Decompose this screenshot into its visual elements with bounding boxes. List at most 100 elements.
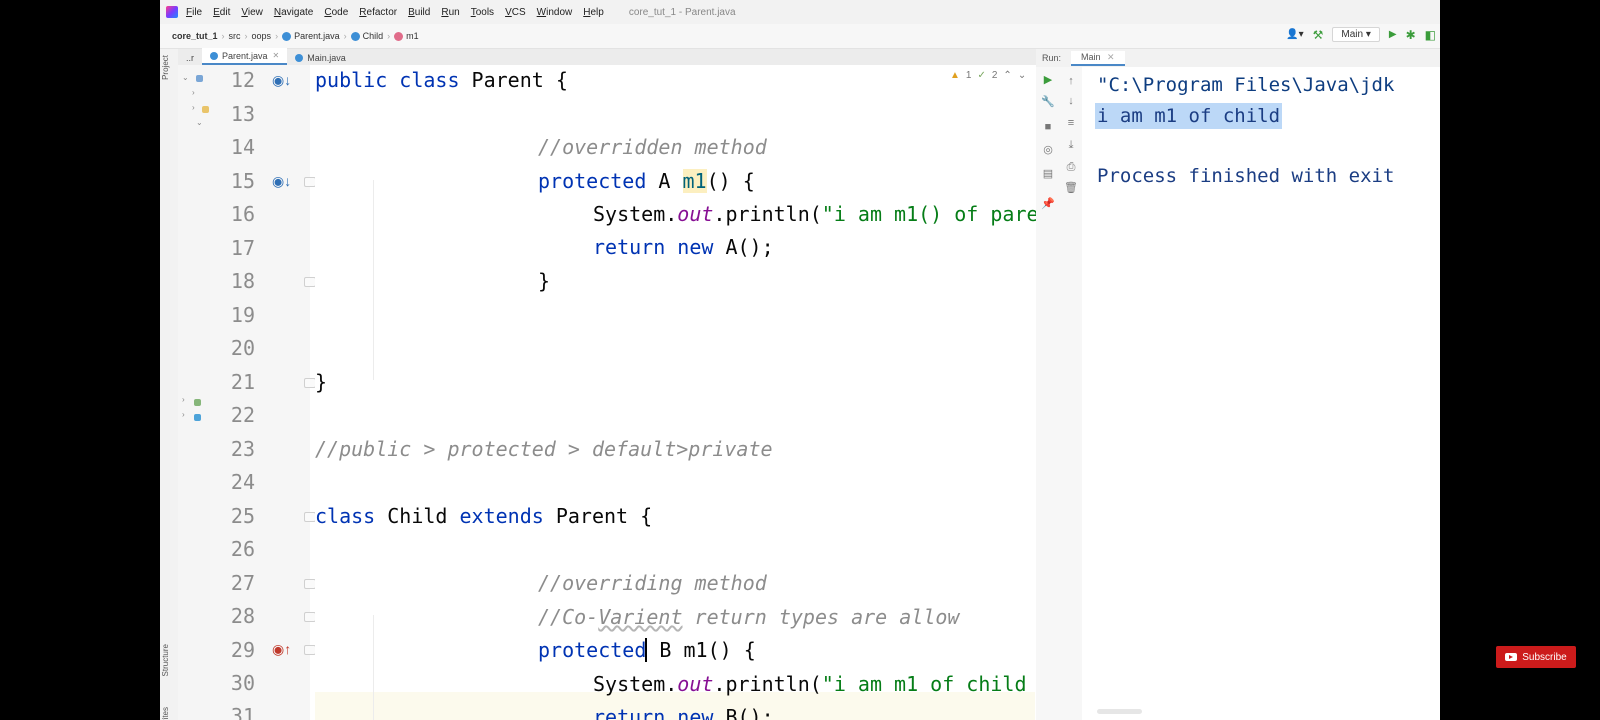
- console-line: "C:\Program Files\Java\jdk: [1097, 74, 1395, 96]
- module-icon: [196, 75, 203, 82]
- chevron-right-icon[interactable]: ›: [192, 103, 195, 112]
- indent-guide: [373, 180, 374, 380]
- menu-code[interactable]: Code: [324, 7, 348, 18]
- chevron-right-icon[interactable]: ›: [192, 88, 195, 97]
- java-class-icon: [295, 53, 304, 62]
- weak-warning-count: 2: [991, 70, 998, 81]
- chevron-down-icon[interactable]: ⌄: [196, 118, 203, 127]
- stop-icon[interactable]: ■: [1041, 121, 1055, 133]
- code-token: .println(: [713, 202, 822, 226]
- structure-tool-button[interactable]: Structure: [161, 644, 170, 676]
- menu-run[interactable]: Run: [441, 7, 459, 18]
- close-icon[interactable]: ✕: [273, 51, 280, 60]
- console-horizontal-scrollbar[interactable]: [1097, 709, 1142, 714]
- weak-warning-icon: ✓: [977, 70, 986, 81]
- menu-tools[interactable]: Tools: [471, 7, 494, 18]
- breadcrumb-oops[interactable]: oops: [248, 31, 276, 41]
- line-number: 14: [230, 135, 255, 159]
- breadcrumb-child[interactable]: Child: [347, 31, 388, 41]
- run-icon[interactable]: ▶: [1389, 29, 1397, 40]
- menu-window[interactable]: Window: [537, 7, 573, 18]
- soft-wrap-icon[interactable]: ≡: [1064, 117, 1078, 129]
- code-token: System.: [593, 202, 678, 226]
- project-tool-button[interactable]: Project: [161, 55, 170, 80]
- tab-main-java[interactable]: Main.java: [287, 50, 354, 65]
- layout-icon[interactable]: ▤: [1041, 167, 1055, 180]
- breadcrumb-m1[interactable]: m1: [390, 31, 423, 41]
- code-line-17: return new A();: [593, 235, 774, 259]
- breadcrumb-src[interactable]: src: [225, 31, 245, 41]
- camera-icon[interactable]: ◎: [1041, 143, 1055, 156]
- coverage-icon[interactable]: ◧: [1425, 28, 1436, 42]
- run-label: Run:: [1042, 53, 1062, 63]
- warning-count: 1: [965, 70, 972, 81]
- code-token: }: [538, 269, 551, 293]
- debug-icon[interactable]: ✱: [1406, 28, 1416, 42]
- tab-hidden[interactable]: ..r: [178, 50, 202, 65]
- pin-icon[interactable]: 📌: [1041, 197, 1055, 210]
- menu-help[interactable]: Help: [583, 7, 604, 18]
- line-number: 26: [230, 537, 255, 561]
- favorites-tool-button[interactable]: Favorites: [161, 707, 170, 720]
- code-token: A: [646, 169, 683, 193]
- run-console[interactable]: "C:\Program Files\Java\jdk i am m1 of ch…: [1082, 67, 1440, 720]
- navigation-bar: core_tut_1 › src › oops › Parent.java › …: [160, 24, 1440, 49]
- menu-navigate[interactable]: Navigate: [274, 7, 313, 18]
- code-line-23: //public > protected > default>private: [315, 437, 773, 461]
- line-number: 18: [230, 269, 255, 293]
- run-tab-main[interactable]: Main ✕: [1071, 50, 1125, 66]
- arrow-up-icon[interactable]: ↑: [1064, 75, 1078, 87]
- menu-view[interactable]: View: [241, 7, 263, 18]
- user-icon[interactable]: 👤▾: [1286, 29, 1303, 40]
- rerun-icon[interactable]: ▶: [1041, 73, 1055, 86]
- scratches-icon: [194, 414, 201, 421]
- build-hammer-icon[interactable]: ⚒: [1313, 28, 1324, 42]
- code-line-25: class Child extends Parent {: [315, 504, 652, 528]
- overriding-method-icon[interactable]: ◉↑: [272, 641, 291, 658]
- line-number: 16: [230, 202, 255, 226]
- code-editor[interactable]: public class Parent { //overridden metho…: [315, 65, 1099, 720]
- tab-label: Parent.java: [222, 50, 268, 61]
- menu-vcs[interactable]: VCS: [505, 7, 526, 18]
- code-token: out: [677, 672, 714, 696]
- inspection-widget[interactable]: ▲ 1 ✓ 2 ⌃ ⌄: [950, 70, 1026, 81]
- breadcrumb-parent-java[interactable]: Parent.java: [278, 31, 344, 41]
- line-number: 27: [230, 571, 255, 595]
- menu-refactor[interactable]: Refactor: [359, 7, 397, 18]
- code-token: //overriding method: [538, 571, 767, 595]
- library-icon: [194, 399, 201, 406]
- code-token: Child: [375, 504, 460, 528]
- code-line-15: protected A m1() {: [538, 169, 755, 193]
- code-token: //overridden method: [538, 135, 767, 159]
- code-token: extends: [459, 504, 544, 528]
- chevron-down-icon[interactable]: ⌄: [1018, 70, 1026, 81]
- breadcrumb-project[interactable]: core_tut_1: [168, 31, 222, 41]
- arrow-down-icon[interactable]: ↓: [1064, 95, 1078, 107]
- line-number: 31: [230, 704, 255, 720]
- chevron-up-icon[interactable]: ⌃: [1003, 70, 1011, 81]
- print-icon[interactable]: ⎙: [1064, 161, 1078, 174]
- wrench-icon[interactable]: 🔧: [1041, 95, 1055, 108]
- tab-parent-java[interactable]: Parent.java ✕: [202, 48, 288, 65]
- menu-build[interactable]: Build: [408, 7, 430, 18]
- menu-edit[interactable]: Edit: [213, 7, 230, 18]
- chevron-right-icon[interactable]: ›: [182, 395, 185, 404]
- overridden-method-icon[interactable]: ◉↓: [272, 72, 291, 89]
- trash-icon[interactable]: 🗑: [1064, 181, 1078, 194]
- menu-file[interactable]: File: [186, 7, 202, 18]
- line-number: 19: [230, 303, 255, 327]
- code-line-31: return new B();: [593, 705, 774, 720]
- chevron-right-icon[interactable]: ›: [182, 410, 185, 419]
- subscribe-button[interactable]: Subscribe: [1496, 646, 1576, 668]
- code-token: public class: [315, 68, 460, 92]
- code-line-30: System.out.println("i am m1 of child ");: [593, 672, 1075, 696]
- line-number: 20: [230, 336, 255, 360]
- chevron-down-icon[interactable]: ⌄: [182, 73, 189, 82]
- code-token: () {: [706, 169, 755, 193]
- line-number: 13: [230, 102, 255, 126]
- overridden-method-icon[interactable]: ◉↓: [272, 173, 291, 190]
- close-icon[interactable]: ✕: [1107, 52, 1115, 62]
- code-line-27: //overriding method: [538, 571, 767, 595]
- run-configuration-select[interactable]: Main ▾: [1332, 27, 1380, 42]
- scroll-to-end-icon[interactable]: ⤓: [1064, 139, 1078, 152]
